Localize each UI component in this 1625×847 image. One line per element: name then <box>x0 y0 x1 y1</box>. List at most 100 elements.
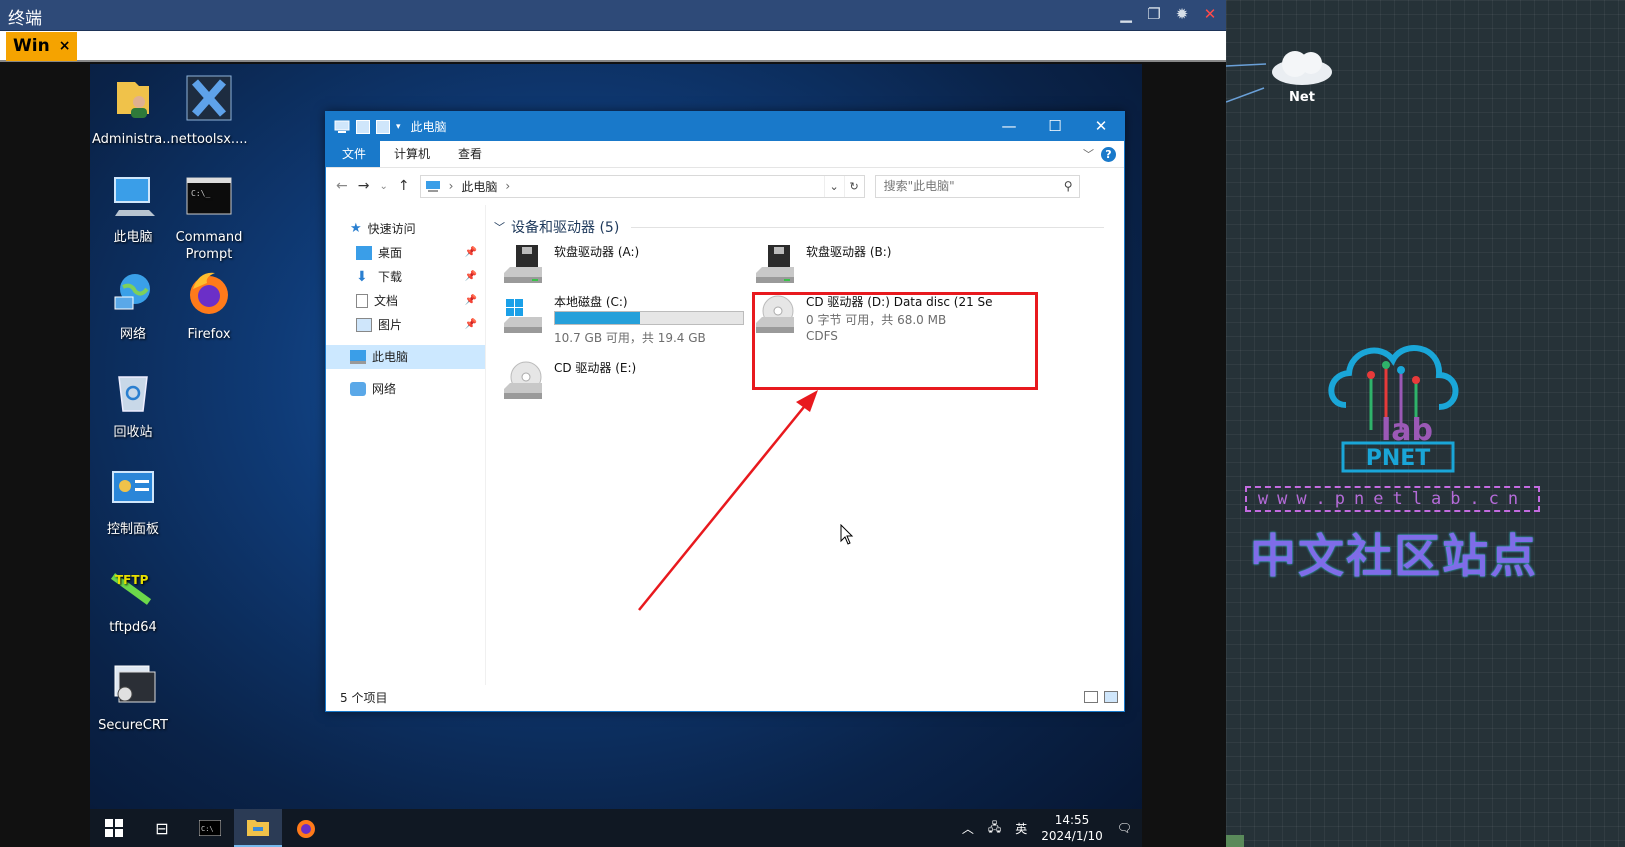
minimize-icon[interactable]: — <box>986 112 1032 141</box>
explorer-titlebar[interactable]: ▾ 此电脑 — ☐ ✕ <box>326 112 1124 141</box>
terminal-title: 终端 <box>8 9 42 29</box>
svg-text:C:\: C:\ <box>201 825 214 833</box>
help-icon[interactable]: ? <box>1101 147 1116 162</box>
pin-icon[interactable]: 📌 <box>465 265 477 289</box>
desktop-icon-label: tftpd64 <box>109 620 157 635</box>
desktop-icon-command-prompt[interactable]: C:\_ Command Prompt <box>168 172 250 263</box>
desktop-icon-label: Firefox <box>187 327 231 342</box>
taskbar-command-prompt[interactable]: C:\ <box>186 809 234 847</box>
drive-b[interactable]: 软盘驱动器 (B:) <box>754 241 994 297</box>
pin-icon[interactable]: 📌 <box>465 289 477 313</box>
new-folder-icon[interactable] <box>376 119 390 134</box>
qat-dropdown-icon[interactable]: ▾ <box>396 122 401 132</box>
refresh-icon[interactable]: ↻ <box>843 175 864 197</box>
clock-date: 2024/1/10 <box>1041 829 1103 843</box>
group-header-devices[interactable]: ﹀ 设备和驱动器 (5) <box>494 217 1104 237</box>
pin-icon[interactable]: 📌 <box>465 241 477 265</box>
terminal-titlebar[interactable]: 终端 ▁ ❐ ✹ ✕ <box>0 0 1226 31</box>
mouse-cursor-icon <box>840 524 854 545</box>
search-input[interactable]: 搜索"此电脑" ⚲ <box>874 174 1080 198</box>
chevron-down-icon[interactable]: ﹀ <box>494 219 505 235</box>
nav-item-label: 此电脑 <box>372 350 409 364</box>
maximize-icon[interactable]: ☐ <box>1032 112 1078 141</box>
svg-text:C:\_: C:\_ <box>191 189 210 198</box>
nav-item-desktop[interactable]: 桌面 📌 <box>326 241 485 265</box>
pin-icon[interactable]: 📌 <box>465 313 477 337</box>
desktop-icon-this-pc[interactable]: 此电脑 <box>92 172 174 246</box>
drive-e[interactable]: CD 驱动器 (E:) <box>502 357 742 413</box>
desktop-icon-recycle-bin[interactable]: 回收站 <box>92 367 174 441</box>
star-icon: ★ <box>350 221 362 236</box>
back-arrow-icon[interactable]: ← <box>336 178 348 194</box>
desktop-icon-tftpd64[interactable]: TFTP tftpd64 <box>92 562 174 636</box>
network-status-icon[interactable]: 🖧 <box>988 818 1001 839</box>
control-panel-icon <box>112 471 154 503</box>
address-bar-actions: ⌄ ↻ <box>823 175 864 197</box>
net-label: Net <box>1289 90 1315 105</box>
logo-pnet-text: PNET <box>1366 446 1431 471</box>
clock[interactable]: 14:55 2024/1/10 <box>1041 812 1103 844</box>
terminal-tab-label: Win <box>13 36 50 56</box>
up-arrow-icon[interactable]: ↑ <box>398 178 410 194</box>
address-dropdown-icon[interactable]: ⌄ <box>823 175 844 197</box>
tab-close-icon[interactable]: × <box>59 32 71 61</box>
canvas-corner-tab[interactable] <box>1226 835 1244 847</box>
details-view-icon[interactable] <box>1084 691 1098 703</box>
nav-item-network[interactable]: 网络 <box>326 377 485 401</box>
large-icons-view-icon[interactable] <box>1104 691 1118 703</box>
desktop-icon-nettools[interactable]: nettoolsx.... <box>168 74 250 148</box>
minimize-icon[interactable]: ▁ <box>1116 5 1136 23</box>
tab-file[interactable]: 文件 <box>326 141 381 167</box>
desktop-icon-securecrt[interactable]: SecureCRT <box>92 660 174 734</box>
windows-logo-icon <box>105 819 123 837</box>
desktop-icon-network[interactable]: 网络 <box>92 269 174 343</box>
chevron-up-icon[interactable]: ︿ <box>962 820 974 837</box>
restore-icon[interactable]: ❐ <box>1144 5 1164 23</box>
nav-item-documents[interactable]: 文档 📌 <box>326 289 485 313</box>
drive-a[interactable]: 软盘驱动器 (A:) <box>502 241 742 297</box>
desktop-icon-administrator[interactable]: Administra... <box>92 74 175 148</box>
breadcrumb-this-pc[interactable]: 此电脑 <box>461 178 497 195</box>
nav-item-pictures[interactable]: 图片 📌 <box>326 313 485 337</box>
terminal-tabbar: Win × <box>0 31 1226 62</box>
taskbar-file-explorer[interactable] <box>234 809 282 847</box>
forward-arrow-icon[interactable]: → <box>358 178 370 194</box>
net-node[interactable]: Net <box>1262 44 1342 105</box>
tab-computer[interactable]: 计算机 <box>380 141 444 167</box>
tab-view[interactable]: 查看 <box>444 141 496 167</box>
this-pc-icon <box>350 350 366 364</box>
nav-item-downloads[interactable]: ⬇ 下载 📌 <box>326 265 485 289</box>
drive-name: 软盘驱动器 (B:) <box>806 245 892 259</box>
search-icon[interactable]: ⚲ <box>1064 176 1073 197</box>
explorer-window-controls: — ☐ ✕ <box>986 112 1124 141</box>
close-icon[interactable]: ✕ <box>1200 5 1220 23</box>
desktop-icon-firefox[interactable]: Firefox <box>168 269 250 343</box>
terminal-controls: ▁ ❐ ✹ ✕ <box>1116 5 1220 23</box>
breadcrumb-chevron-icon[interactable]: › <box>505 179 510 193</box>
taskbar-firefox[interactable] <box>282 809 330 847</box>
drive-c[interactable]: 本地磁盘 (C:) 10.7 GB 可用，共 19.4 GB <box>502 291 744 347</box>
recent-dropdown-icon[interactable]: ⌄ <box>379 181 387 192</box>
task-view-button[interactable]: ⊟ <box>138 809 186 847</box>
ime-indicator[interactable]: 英 <box>1015 820 1027 837</box>
notification-icon[interactable]: 🗨 <box>1117 821 1132 835</box>
properties-icon[interactable] <box>356 119 370 134</box>
terminal-tab-win[interactable]: Win × <box>6 32 78 61</box>
breadcrumb-chevron-icon[interactable]: › <box>449 179 454 193</box>
navigation-pane: ★ 快速访问 桌面 📌 ⬇ 下载 📌 文档 📌 图片 📌 此电脑 网络 <box>326 205 486 685</box>
lab-canvas: Net lab PNET www.pnetlab.cn 中文社区站点 <box>1226 0 1625 847</box>
svg-text:TFTP: TFTP <box>115 573 149 587</box>
drive-name: CD 驱动器 (E:) <box>554 361 637 375</box>
nav-item-quick-access[interactable]: ★ 快速访问 <box>326 217 485 241</box>
document-icon <box>356 294 368 308</box>
settings-gear-icon[interactable]: ✹ <box>1172 5 1192 23</box>
ribbon-expand-icon[interactable]: ﹀ <box>1083 146 1094 162</box>
address-bar[interactable]: › 此电脑 › ⌄ ↻ <box>419 174 865 198</box>
nav-item-this-pc[interactable]: 此电脑 <box>326 345 485 369</box>
this-pc-icon <box>334 120 350 133</box>
close-icon[interactable]: ✕ <box>1078 112 1124 141</box>
floppy-drive-icon <box>504 245 542 283</box>
start-button[interactable] <box>90 809 138 847</box>
desktop-icon-control-panel[interactable]: 控制面板 <box>92 464 174 538</box>
annotation-highlight-box <box>752 292 1038 390</box>
